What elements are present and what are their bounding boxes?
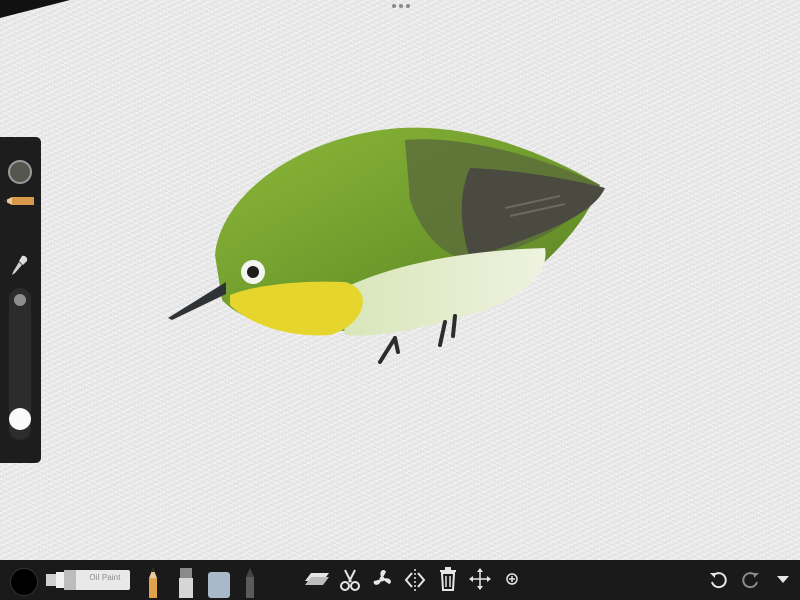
bird-painting: [168, 127, 605, 364]
scissors-icon[interactable]: [339, 568, 361, 592]
opacity-slider-knob[interactable]: [9, 408, 31, 430]
eraser-icon[interactable]: [206, 570, 232, 598]
color-picker-swatch[interactable]: [10, 568, 38, 596]
brush-tube-label: Oil Paint: [89, 573, 121, 582]
fan-icon[interactable]: [371, 568, 393, 590]
marker-icon[interactable]: [178, 568, 194, 598]
layers-icon[interactable]: [305, 569, 329, 591]
redo-icon[interactable]: [742, 571, 760, 589]
drawing-canvas[interactable]: [0, 0, 800, 560]
size-slider-knob[interactable]: [14, 294, 26, 306]
move-icon[interactable]: [469, 568, 491, 590]
current-color-swatch[interactable]: [8, 160, 32, 184]
symmetry-icon[interactable]: [404, 568, 426, 592]
side-tool-panel: [0, 137, 41, 463]
menu-chevron-icon[interactable]: [777, 576, 789, 584]
trash-icon[interactable]: [438, 567, 458, 591]
oil-paint-tube-button[interactable]: Oil Paint: [46, 568, 130, 592]
add-icon[interactable]: [506, 573, 518, 585]
pencil-icon[interactable]: [146, 568, 160, 598]
undo-icon[interactable]: [709, 571, 727, 589]
eyedropper-icon[interactable]: [11, 255, 29, 277]
brush-size-slider[interactable]: [9, 288, 31, 440]
crayon-icon[interactable]: [243, 568, 257, 598]
bottom-toolbar: Oil Paint: [0, 560, 800, 600]
pencil-icon[interactable]: [4, 194, 34, 208]
